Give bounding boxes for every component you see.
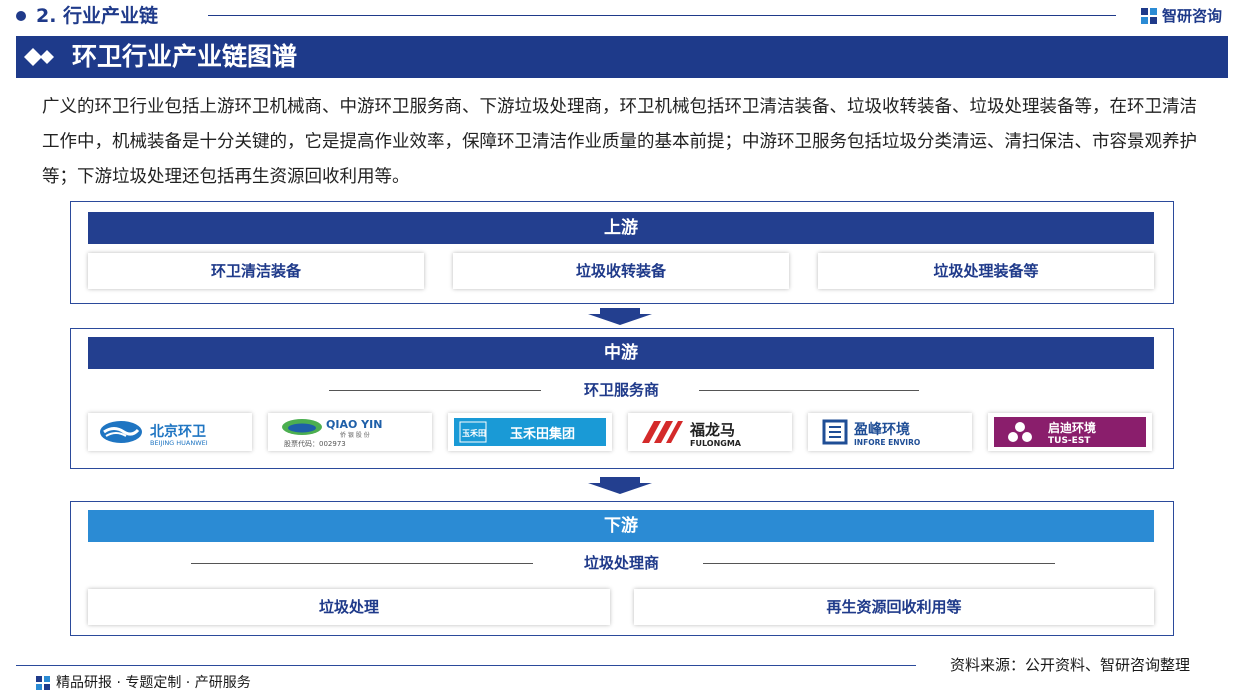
divider-line bbox=[329, 390, 541, 391]
svg-text:盈峰环境: 盈峰环境 bbox=[853, 421, 910, 438]
svg-text:FULONGMA: FULONGMA bbox=[690, 439, 742, 448]
brand: 智研咨询 bbox=[1140, 5, 1222, 26]
section-title: 2. 行业产业链 bbox=[36, 5, 159, 27]
midstream-title: 中游 bbox=[88, 337, 1154, 369]
upstream-item: 环卫清洁装备 bbox=[88, 253, 424, 289]
svg-text:侨 银 股 份: 侨 银 股 份 bbox=[340, 431, 370, 439]
logo-yuhetian: 玉禾田 玉禾田集团 bbox=[448, 413, 612, 451]
upstream-item: 垃圾处理装备等 bbox=[818, 253, 1154, 289]
divider-line bbox=[703, 563, 1055, 564]
down-arrow-icon bbox=[588, 477, 652, 494]
midstream-subtitle-row: 环卫服务商 bbox=[71, 379, 1173, 401]
downstream-item: 垃圾处理 bbox=[88, 589, 610, 625]
upstream-title: 上游 bbox=[88, 212, 1154, 244]
midstream-panel: 中游 环卫服务商 北京环卫 BEIJING HUANWEI QIAO YIN 侨… bbox=[70, 328, 1174, 469]
divider-line bbox=[699, 390, 919, 391]
footer-divider bbox=[16, 665, 916, 666]
page-title: 环卫行业产业链图谱 bbox=[72, 42, 298, 71]
midstream-subtitle: 环卫服务商 bbox=[584, 381, 660, 399]
svg-text:福龙马: 福龙马 bbox=[689, 421, 735, 439]
downstream-subtitle: 垃圾处理商 bbox=[584, 554, 660, 572]
upstream-panel: 上游 环卫清洁装备 垃圾收转装备 垃圾处理装备等 bbox=[70, 201, 1174, 304]
footer-tagline-row: 精品研报 · 专题定制 · 产研服务 bbox=[36, 674, 251, 692]
logo-fulongma: 福龙马 FULONGMA bbox=[628, 413, 792, 451]
down-arrow-icon bbox=[588, 308, 652, 325]
logo-infore: 盈峰环境 INFORE ENVIRO bbox=[808, 413, 972, 451]
upstream-item: 垃圾收转装备 bbox=[453, 253, 789, 289]
diamond-icon bbox=[24, 48, 54, 66]
svg-text:BEIJING HUANWEI: BEIJING HUANWEI bbox=[150, 439, 208, 447]
section-bullet bbox=[16, 11, 26, 21]
logo-qiaoyin: QIAO YIN 侨 银 股 份 股票代码：002973 bbox=[268, 413, 432, 451]
brand-name: 智研咨询 bbox=[1162, 7, 1223, 25]
downstream-panel: 下游 垃圾处理商 垃圾处理 再生资源回收利用等 bbox=[70, 501, 1174, 636]
header-divider bbox=[208, 15, 1116, 16]
title-banner: 环卫行业产业链图谱 bbox=[16, 36, 1228, 78]
svg-text:启迪环境: 启迪环境 bbox=[1048, 420, 1096, 435]
brand-logo-icon bbox=[1141, 7, 1157, 24]
intro-paragraph: 广义的环卫行业包括上游环卫机械商、中游环卫服务商、下游垃圾处理商，环卫机械包括环… bbox=[42, 97, 1197, 187]
logo-beijing-huanwei: 北京环卫 BEIJING HUANWEI bbox=[88, 413, 252, 451]
downstream-subtitle-row: 垃圾处理商 bbox=[71, 552, 1173, 574]
svg-text:TUS-EST: TUS-EST bbox=[1048, 436, 1091, 446]
svg-text:INFORE ENVIRO: INFORE ENVIRO bbox=[854, 438, 920, 447]
svg-text:玉禾田集团: 玉禾田集团 bbox=[510, 426, 575, 442]
divider-line bbox=[191, 563, 533, 564]
svg-text:北京环卫: 北京环卫 bbox=[150, 423, 206, 440]
downstream-item: 再生资源回收利用等 bbox=[634, 589, 1154, 625]
brand-logo-icon bbox=[36, 676, 50, 690]
logo-tus-est: 启迪环境 TUS-EST bbox=[988, 413, 1152, 451]
source-note: 资料来源：公开资料、智研咨询整理 bbox=[950, 656, 1191, 674]
downstream-title: 下游 bbox=[88, 510, 1154, 542]
footer-tagline: 精品研报 · 专题定制 · 产研服务 bbox=[56, 675, 251, 691]
svg-text:玉禾田: 玉禾田 bbox=[462, 428, 486, 438]
svg-text:股票代码：002973: 股票代码：002973 bbox=[284, 439, 346, 448]
svg-text:QIAO YIN: QIAO YIN bbox=[326, 418, 382, 431]
